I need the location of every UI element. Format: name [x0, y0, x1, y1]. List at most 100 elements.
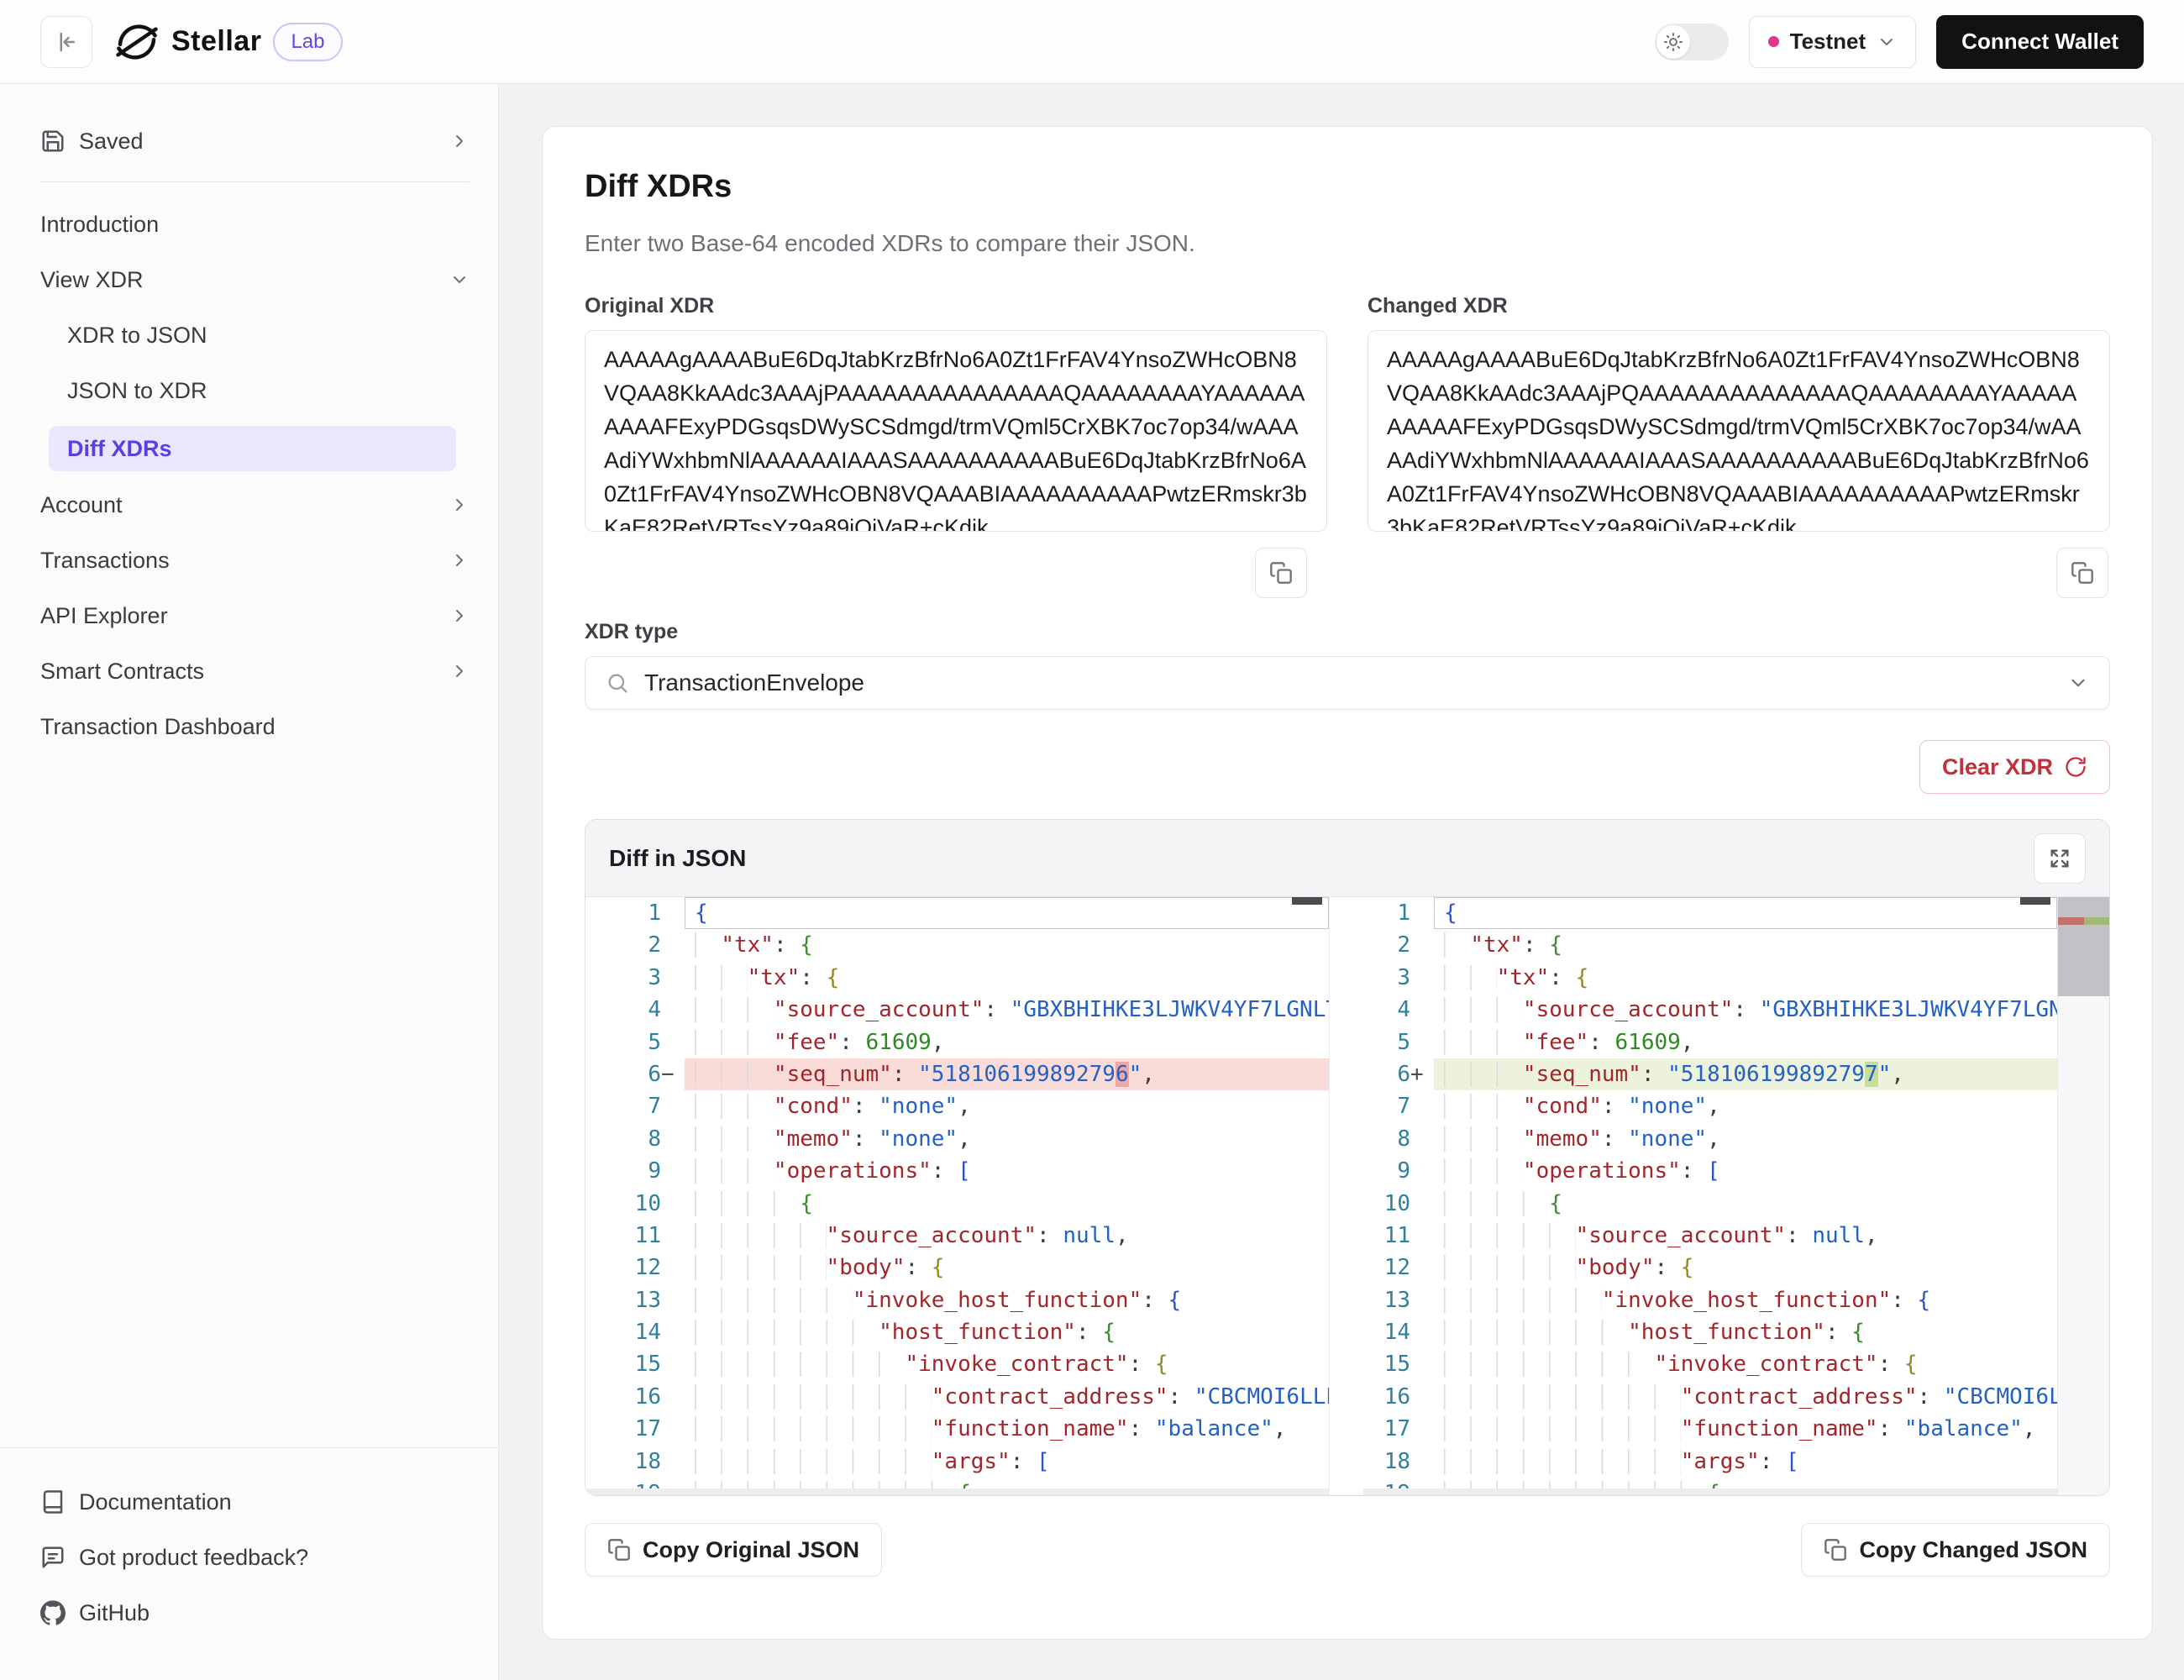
line-number: 10 [585, 1188, 685, 1220]
horizontal-scrollbar[interactable] [585, 1488, 1329, 1495]
vertical-scrollbar[interactable] [2057, 897, 2109, 1495]
sidebar-item-label: GitHub [79, 1600, 150, 1626]
code-line: 9 "operations": [ [585, 1155, 1329, 1187]
xdr-type-label: XDR type [585, 620, 2110, 644]
network-selector[interactable]: Testnet [1749, 16, 1917, 68]
code-line: 12 "body": { [1363, 1252, 2109, 1284]
sidebar-item-transaction-dashboard[interactable]: Transaction Dashboard [40, 706, 470, 747]
changed-json-pane: 1{2 "tx": {3 "tx": {4 "source_account": … [1363, 897, 2109, 1495]
sidebar-item-transactions[interactable]: Transactions [40, 540, 470, 580]
line-number: 18 [585, 1446, 685, 1478]
sidebar-item-introduction[interactable]: Introduction [40, 204, 470, 244]
chevron-down-icon [1877, 32, 1897, 52]
code-line: 7 "cond": "none", [585, 1090, 1329, 1122]
line-number: 15 [585, 1348, 685, 1380]
feedback-icon [40, 1545, 66, 1570]
code-line: 4 "source_account": "GBXBHIHKE3LJWKV4YF7… [585, 994, 1329, 1026]
original-json-pane: 1{2 "tx": {3 "tx": {4 "source_account": … [585, 897, 1330, 1495]
line-number: 3 [1363, 962, 1434, 994]
copy-icon [1269, 561, 1293, 585]
line-number: 9 [585, 1155, 685, 1187]
copy-changed-xdr-button[interactable] [2056, 548, 2108, 598]
line-number: 18 [1363, 1446, 1434, 1478]
sidebar-item-view-xdr[interactable]: View XDR [40, 260, 470, 300]
book-icon [40, 1489, 66, 1515]
line-number: 5 [585, 1026, 685, 1058]
main-content: Diff XDRs Enter two Base-64 encoded XDRs… [499, 84, 2184, 1680]
search-icon [606, 671, 629, 695]
scrollbar-thumb[interactable] [2020, 897, 2050, 905]
copy-changed-json-label: Copy Changed JSON [1859, 1537, 2087, 1563]
code-line: 3 "tx": { [585, 962, 1329, 994]
sidebar-item-api-explorer[interactable]: API Explorer [40, 596, 470, 636]
code-line: 11 "source_account": null, [585, 1220, 1329, 1252]
brand-name: Stellar [171, 25, 261, 58]
save-icon [40, 129, 66, 154]
sidebar-item-label: API Explorer [40, 603, 168, 629]
sidebar-item-label: Transactions [40, 548, 170, 574]
original-xdr-input[interactable]: AAAAAgAAAABuE6DqJtabKrzBfrNo6A0Zt1FrFAV4… [585, 330, 1327, 532]
sidebar-item-label: Diff XDRs [67, 436, 172, 462]
line-number: 13 [585, 1284, 685, 1316]
code-line: 5 "fee": 61609, [585, 1026, 1329, 1058]
code-line: 6+ "seq_num": "518106199892797", [1363, 1058, 2109, 1090]
diff-editor: 1{2 "tx": {3 "tx": {4 "source_account": … [585, 897, 2109, 1495]
sidebar-item-feedback[interactable]: Got product feedback? [40, 1537, 470, 1578]
copy-original-json-label: Copy Original JSON [643, 1537, 859, 1563]
brand-logo[interactable]: Stellar Lab [114, 19, 343, 65]
chevron-right-icon [449, 495, 470, 515]
copy-original-xdr-button[interactable] [1255, 548, 1307, 598]
sidebar-collapse-button[interactable] [40, 16, 92, 68]
scrollbar-thumb[interactable] [1292, 897, 1322, 905]
line-number: 14 [585, 1316, 685, 1348]
stellar-logo-icon [114, 19, 160, 65]
sidebar: Saved Introduction View XDR XDR to JSON … [0, 84, 499, 1680]
xdr-type-select[interactable]: TransactionEnvelope [585, 656, 2110, 710]
copy-changed-json-button[interactable]: Copy Changed JSON [1801, 1523, 2110, 1577]
code-line: 10 { [1363, 1188, 2109, 1220]
sidebar-item-smart-contracts[interactable]: Smart Contracts [40, 651, 470, 691]
line-number: 12 [585, 1252, 685, 1284]
sun-icon [1663, 32, 1683, 52]
code-line: 16 "contract_address": "CBCMOI6LLPMXJQ7D… [585, 1381, 1329, 1413]
code-line: 10 { [585, 1188, 1329, 1220]
code-line: 1{ [585, 897, 1329, 929]
line-number: 7 [1363, 1090, 1434, 1122]
line-number: 3 [585, 962, 685, 994]
line-number: 16 [585, 1381, 685, 1413]
copy-original-json-button[interactable]: Copy Original JSON [585, 1523, 882, 1577]
line-number: 2 [1363, 929, 1434, 961]
line-number: 11 [1363, 1220, 1434, 1252]
github-icon [40, 1600, 66, 1625]
sidebar-item-documentation[interactable]: Documentation [40, 1482, 470, 1522]
sidebar-item-github[interactable]: GitHub [40, 1593, 470, 1633]
line-number: 16 [1363, 1381, 1434, 1413]
code-line: 12 "body": { [585, 1252, 1329, 1284]
line-number: 13 [1363, 1284, 1434, 1316]
connect-wallet-button[interactable]: Connect Wallet [1936, 15, 2144, 69]
code-line: 2 "tx": { [585, 929, 1329, 961]
sidebar-item-account[interactable]: Account [40, 485, 470, 525]
page-title: Diff XDRs [585, 169, 2110, 205]
sidebar-item-diff-xdrs-active[interactable]: Diff XDRs [49, 426, 456, 471]
sidebar-item-json-to-xdr[interactable]: JSON to XDR [40, 370, 470, 411]
fullscreen-icon [2048, 847, 2071, 870]
line-number: 7 [585, 1090, 685, 1122]
refresh-icon [2064, 755, 2087, 779]
line-number: 8 [1363, 1123, 1434, 1155]
sidebar-item-label: Transaction Dashboard [40, 714, 276, 740]
code-line: 15 "invoke_contract": { [585, 1348, 1329, 1380]
sidebar-item-xdr-to-json[interactable]: XDR to JSON [40, 315, 470, 355]
scrollbar-thumb[interactable] [2058, 897, 2109, 996]
changed-xdr-input[interactable]: AAAAAgAAAABuE6DqJtabKrzBfrNo6A0Zt1FrFAV4… [1368, 330, 2110, 532]
sidebar-item-saved[interactable]: Saved [40, 121, 470, 161]
code-line: 13 "invoke_host_function": { [585, 1284, 1329, 1316]
chevron-right-icon [449, 606, 470, 626]
clear-xdr-button[interactable]: Clear XDR [1919, 740, 2110, 794]
sidebar-item-label: Account [40, 492, 123, 518]
code-line: 17 "function_name": "balance", [1363, 1413, 2109, 1445]
clear-xdr-label: Clear XDR [1942, 754, 2053, 780]
theme-toggle[interactable] [1655, 24, 1729, 60]
horizontal-scrollbar[interactable] [1363, 1488, 2057, 1495]
expand-diff-button[interactable] [2034, 833, 2086, 884]
